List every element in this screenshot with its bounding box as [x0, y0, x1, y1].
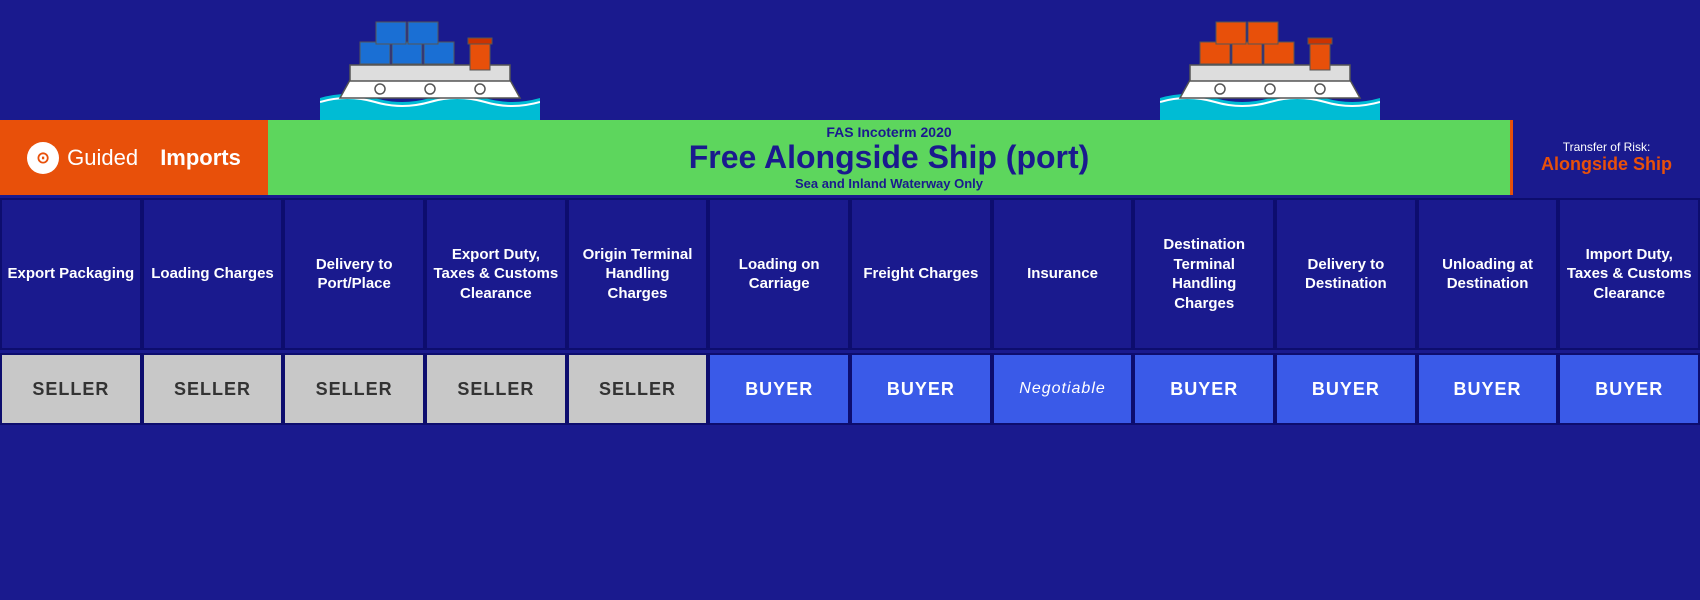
logo-bold: Imports: [160, 145, 241, 171]
col-header-unloading-destination: Unloading at Destination: [1417, 198, 1559, 350]
left-ship: [320, 10, 540, 120]
incoterm-title: Free Alongside Ship (port): [689, 140, 1090, 175]
col-header-import-duty: Import Duty, Taxes & Customs Clearance: [1558, 198, 1700, 350]
header-bar: ⊙ Guided Imports FAS Incoterm 2020 Free …: [0, 120, 1700, 195]
resp-cell-origin-terminal: SELLER: [567, 353, 709, 425]
resp-cell-insurance: Negotiable: [992, 353, 1134, 425]
risk-value: Alongside Ship: [1541, 154, 1672, 176]
guided-imports-icon: ⊙: [27, 142, 59, 174]
col-header-loading-on-carriage: Loading on Carriage: [708, 198, 850, 350]
resp-cell-import-duty: BUYER: [1558, 353, 1700, 425]
right-ship: [1160, 10, 1380, 120]
ships-row: [0, 0, 1700, 120]
incoterm-label: FAS Incoterm 2020: [826, 124, 951, 140]
col-header-freight-charges: Freight Charges: [850, 198, 992, 350]
resp-cell-loading-on-carriage: BUYER: [708, 353, 850, 425]
resp-cell-export-packaging: SELLER: [0, 353, 142, 425]
resp-cell-destination-terminal: BUYER: [1133, 353, 1275, 425]
responsibility-row: SELLERSELLERSELLERSELLERSELLERBUYERBUYER…: [0, 350, 1700, 425]
logo-plain: Guided: [67, 145, 138, 171]
col-header-export-duty: Export Duty, Taxes & Customs Clearance: [425, 198, 567, 350]
logo-text: ⊙ Guided Imports: [27, 142, 241, 174]
resp-cell-freight-charges: BUYER: [850, 353, 992, 425]
col-header-origin-terminal: Origin Terminal Handling Charges: [567, 198, 709, 350]
column-headers: Export PackagingLoading ChargesDelivery …: [0, 195, 1700, 350]
resp-cell-unloading-destination: BUYER: [1417, 353, 1559, 425]
resp-cell-delivery-port: SELLER: [283, 353, 425, 425]
center-section: FAS Incoterm 2020 Free Alongside Ship (p…: [268, 120, 1510, 195]
incoterm-subtitle: Sea and Inland Waterway Only: [795, 176, 983, 191]
col-header-delivery-destination: Delivery to Destination: [1275, 198, 1417, 350]
resp-cell-delivery-destination: BUYER: [1275, 353, 1417, 425]
risk-section: Transfer of Risk: Alongside Ship: [1510, 120, 1700, 195]
logo-section: ⊙ Guided Imports: [0, 120, 268, 195]
resp-cell-export-duty: SELLER: [425, 353, 567, 425]
col-header-export-packaging: Export Packaging: [0, 198, 142, 350]
risk-label: Transfer of Risk:: [1563, 140, 1651, 154]
resp-cell-loading-charges: SELLER: [142, 353, 284, 425]
col-header-loading-charges: Loading Charges: [142, 198, 284, 350]
col-header-destination-terminal: Destination Terminal Handling Charges: [1133, 198, 1275, 350]
col-header-delivery-port: Delivery to Port/Place: [283, 198, 425, 350]
col-header-insurance: Insurance: [992, 198, 1134, 350]
